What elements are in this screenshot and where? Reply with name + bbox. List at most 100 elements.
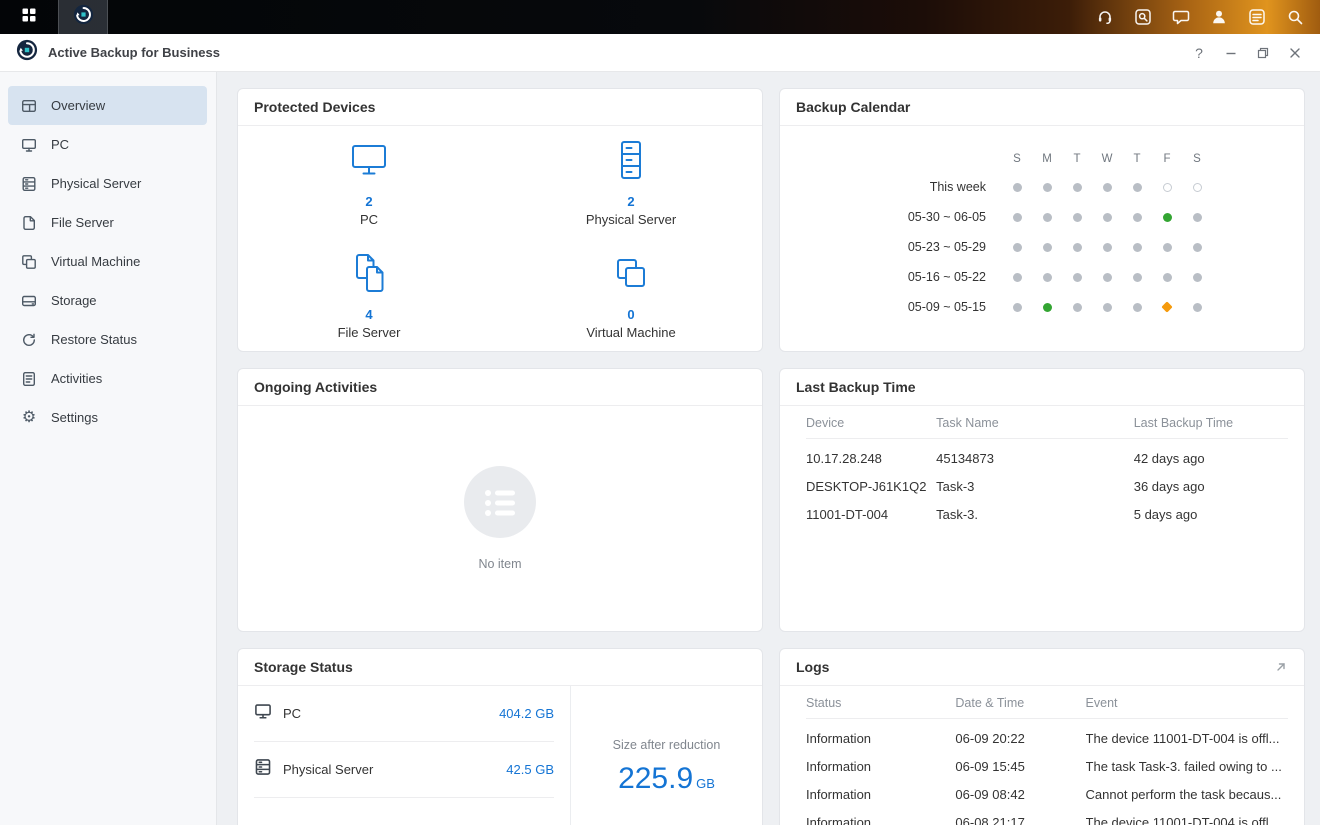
- sidebar-item-label: Physical Server: [51, 176, 141, 191]
- calendar-dot: [1073, 183, 1082, 192]
- sidebar-item-settings[interactable]: ⚙ Settings: [8, 398, 207, 437]
- card-title: Last Backup Time: [780, 369, 1304, 406]
- desktop-taskbar: [0, 0, 1320, 34]
- sidebar-item-storage[interactable]: Storage: [8, 281, 207, 320]
- card-title: Protected Devices: [238, 89, 762, 126]
- sidebar-item-label: PC: [51, 137, 69, 152]
- device-label: File Server: [338, 325, 401, 340]
- sidebar-item-restore-status[interactable]: Restore Status: [8, 320, 207, 359]
- sidebar-item-virtual-machine[interactable]: Virtual Machine: [8, 242, 207, 281]
- calendar-dot: [1073, 273, 1082, 282]
- last-backup-cell: 36 days ago: [1134, 473, 1288, 501]
- task-name-cell: Task-3: [936, 473, 1134, 501]
- storage-device-label: Physical Server: [283, 762, 373, 777]
- user-icon[interactable]: [1200, 0, 1238, 34]
- status-cell: Information: [806, 753, 955, 781]
- device-tile-virtual-machine[interactable]: 0 Virtual Machine: [500, 239, 762, 352]
- calendar-dot: [1073, 213, 1082, 222]
- search-icon[interactable]: [1276, 0, 1314, 34]
- sidebar-item-label: Overview: [51, 98, 105, 113]
- column-header: Device: [806, 406, 936, 439]
- calendar-day-header: M: [1032, 146, 1062, 172]
- calendar-day-header: S: [1002, 146, 1032, 172]
- sidebar-item-label: Settings: [51, 410, 98, 425]
- calendar-week-label: 05-16 ~ 05-22: [872, 270, 1002, 284]
- sidebar-item-file-server[interactable]: File Server: [8, 203, 207, 242]
- help-button[interactable]: ?: [1186, 40, 1212, 66]
- reduction-value: 225.9 GB: [618, 762, 715, 796]
- table-row[interactable]: DESKTOP-J61K1Q2 Task-3 36 days ago: [806, 473, 1288, 501]
- card-title: Storage Status: [238, 649, 762, 686]
- main-menu-grid-icon: [20, 6, 38, 29]
- empty-list-icon: [464, 466, 536, 543]
- reduction-unit: GB: [696, 776, 715, 791]
- table-row[interactable]: Information 06-09 20:22 The device 11001…: [806, 719, 1288, 753]
- sidebar-item-physical-server[interactable]: Physical Server: [8, 164, 207, 203]
- sidebar-item-activities[interactable]: Activities: [8, 359, 207, 398]
- storage-row-pc[interactable]: PC 404.2 GB: [254, 686, 554, 742]
- calendar-dot: [1043, 213, 1052, 222]
- device-tile-physical-server[interactable]: 2 Physical Server: [500, 126, 762, 239]
- logs-table: Status Date & Time Event Information 06-…: [806, 686, 1288, 825]
- table-row[interactable]: Information 06-08 21:17 The device 11001…: [806, 809, 1288, 825]
- size-after-reduction-panel: Size after reduction 225.9 GB: [571, 686, 762, 825]
- active-backup-logo-icon: [16, 39, 38, 66]
- protected-devices-body: 2 PC 2 Physical Server 4 File Server: [238, 126, 762, 351]
- maximize-button[interactable]: [1250, 40, 1276, 66]
- main-menu-button[interactable]: [0, 0, 58, 34]
- storage-size-link[interactable]: 404.2 GB: [499, 706, 554, 721]
- calendar-dot: [1013, 243, 1022, 252]
- calendar-day-header-row: S M T W T F S: [872, 146, 1212, 172]
- device-label: Physical Server: [586, 212, 676, 227]
- storage-device-label: PC: [283, 706, 301, 721]
- calendar-dot: [1193, 243, 1202, 252]
- calendar-dot: [1043, 303, 1052, 312]
- open-logs-icon[interactable]: [1274, 660, 1288, 674]
- card-title: Backup Calendar: [780, 89, 1304, 126]
- sidebar-item-pc[interactable]: PC: [8, 125, 207, 164]
- calendar-week-label: This week: [872, 180, 1002, 194]
- calendar-dot: [1163, 183, 1172, 192]
- universal-search-icon[interactable]: [1124, 0, 1162, 34]
- device-tile-file-server[interactable]: 4 File Server: [238, 239, 500, 352]
- table-row[interactable]: Information 06-09 08:42 Cannot perform t…: [806, 781, 1288, 809]
- chat-icon[interactable]: [1162, 0, 1200, 34]
- widgets-icon[interactable]: [1238, 0, 1276, 34]
- calendar-dot: [1043, 183, 1052, 192]
- calendar-week-row: 05-30 ~ 06-05: [872, 202, 1212, 232]
- calendar-dot: [1193, 183, 1202, 192]
- sidebar-item-label: Virtual Machine: [51, 254, 140, 269]
- pc-icon: [20, 137, 38, 153]
- sidebar-item-overview[interactable]: Overview: [8, 86, 207, 125]
- device-tile-pc[interactable]: 2 PC: [238, 126, 500, 239]
- reduction-number: 225.9: [618, 762, 693, 796]
- storage-status-title: Storage Status: [254, 659, 353, 675]
- column-header: Event: [1086, 686, 1288, 719]
- sidebar-item-label: Activities: [51, 371, 102, 386]
- headset-icon[interactable]: [1086, 0, 1124, 34]
- device-count: 2: [365, 194, 372, 209]
- protected-devices-card: Protected Devices 2 PC 2 Physical Server: [237, 88, 763, 352]
- pc-device-icon: [346, 137, 392, 188]
- calendar-dot: [1043, 243, 1052, 252]
- calendar-week-label: 05-23 ~ 05-29: [872, 240, 1002, 254]
- calendar-week-row: 05-16 ~ 05-22: [872, 262, 1212, 292]
- close-button[interactable]: [1282, 40, 1308, 66]
- physical-server-device-icon: [608, 137, 654, 188]
- gear-icon: ⚙: [20, 410, 38, 426]
- calendar-dot: [1103, 303, 1112, 312]
- event-cell: The task Task-3. failed owing to ...: [1086, 753, 1288, 781]
- last-backup-time-card: Last Backup Time Device Task Name Last B…: [779, 368, 1305, 632]
- minimize-button[interactable]: [1218, 40, 1244, 66]
- device-count: 2: [627, 194, 634, 209]
- sidebar-item-label: File Server: [51, 215, 114, 230]
- datetime-cell: 06-09 20:22: [955, 719, 1085, 753]
- calendar-week-label: 05-30 ~ 06-05: [872, 210, 1002, 224]
- table-row[interactable]: 10.17.28.248 45134873 42 days ago: [806, 439, 1288, 473]
- table-row[interactable]: 11001-DT-004 Task-3. 5 days ago: [806, 501, 1288, 529]
- storage-size-link[interactable]: 42.5 GB: [506, 762, 554, 777]
- sidebar-item-label: Restore Status: [51, 332, 137, 347]
- storage-row-physical-server[interactable]: Physical Server 42.5 GB: [254, 742, 554, 798]
- taskbar-active-backup-tab[interactable]: [58, 0, 108, 34]
- table-row[interactable]: Information 06-09 15:45 The task Task-3.…: [806, 753, 1288, 781]
